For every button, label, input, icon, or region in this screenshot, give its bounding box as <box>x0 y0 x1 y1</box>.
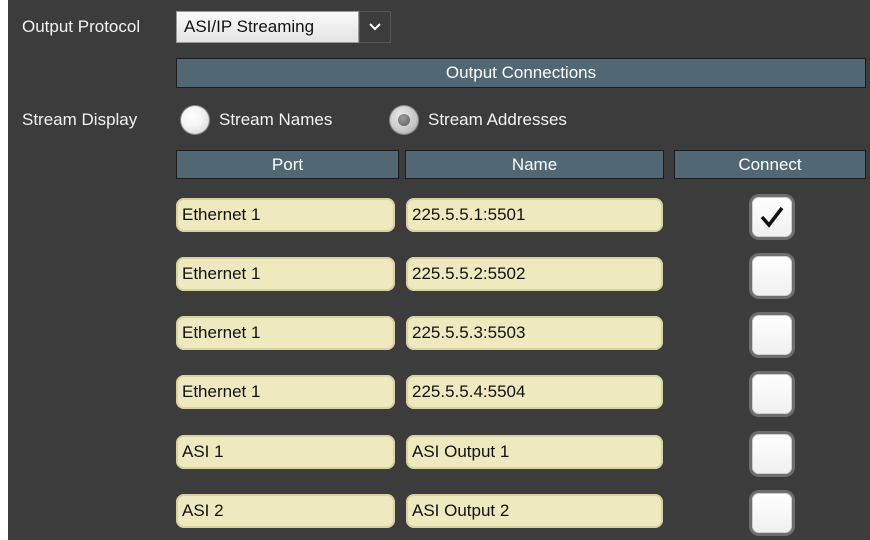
connect-checkbox[interactable] <box>752 374 792 414</box>
connect-checkbox[interactable] <box>752 197 792 237</box>
output-protocol-dropdown-button[interactable] <box>359 11 391 43</box>
name-field[interactable]: 225.5.5.1:5501 <box>406 198 663 232</box>
stream-addresses-radio-label: Stream Addresses <box>428 110 567 129</box>
column-header-connect: Connect <box>674 150 866 179</box>
output-settings-panel: Output Protocol ASI/IP Streaming Output … <box>8 0 870 540</box>
column-header-port: Port <box>176 150 399 179</box>
stream-names-radio-label: Stream Names <box>219 110 333 129</box>
connect-checkbox[interactable] <box>752 315 792 355</box>
connect-checkbox[interactable] <box>752 434 792 474</box>
name-field[interactable]: 225.5.5.2:5502 <box>406 257 663 291</box>
name-field[interactable]: ASI Output 2 <box>406 494 663 528</box>
radio-selected-dot <box>398 114 410 126</box>
name-field[interactable]: 225.5.5.4:5504 <box>406 375 663 409</box>
name-field[interactable]: ASI Output 1 <box>406 435 663 469</box>
stream-display-label: Stream Display <box>22 110 138 129</box>
port-field[interactable]: Ethernet 1 <box>176 375 395 409</box>
output-connections-header: Output Connections <box>176 58 866 88</box>
stream-addresses-radio[interactable] <box>390 106 418 134</box>
port-field[interactable]: ASI 1 <box>176 435 395 469</box>
port-field[interactable]: ASI 2 <box>176 494 395 528</box>
output-protocol-value[interactable]: ASI/IP Streaming <box>176 11 359 43</box>
column-header-name: Name <box>405 150 664 179</box>
checkmark-icon <box>760 206 784 228</box>
port-field[interactable]: Ethernet 1 <box>176 257 395 291</box>
port-field[interactable]: Ethernet 1 <box>176 198 395 232</box>
port-field[interactable]: Ethernet 1 <box>176 316 395 350</box>
stream-names-radio-option[interactable]: Stream Names <box>181 106 332 134</box>
chevron-down-icon <box>369 23 381 31</box>
output-protocol-select[interactable]: ASI/IP Streaming <box>176 11 391 43</box>
connect-checkbox[interactable] <box>752 493 792 533</box>
output-protocol-label: Output Protocol <box>22 17 141 36</box>
stream-names-radio[interactable] <box>181 106 209 134</box>
connect-checkbox[interactable] <box>752 256 792 296</box>
stream-addresses-radio-option[interactable]: Stream Addresses <box>390 106 567 134</box>
name-field[interactable]: 225.5.5.3:5503 <box>406 316 663 350</box>
